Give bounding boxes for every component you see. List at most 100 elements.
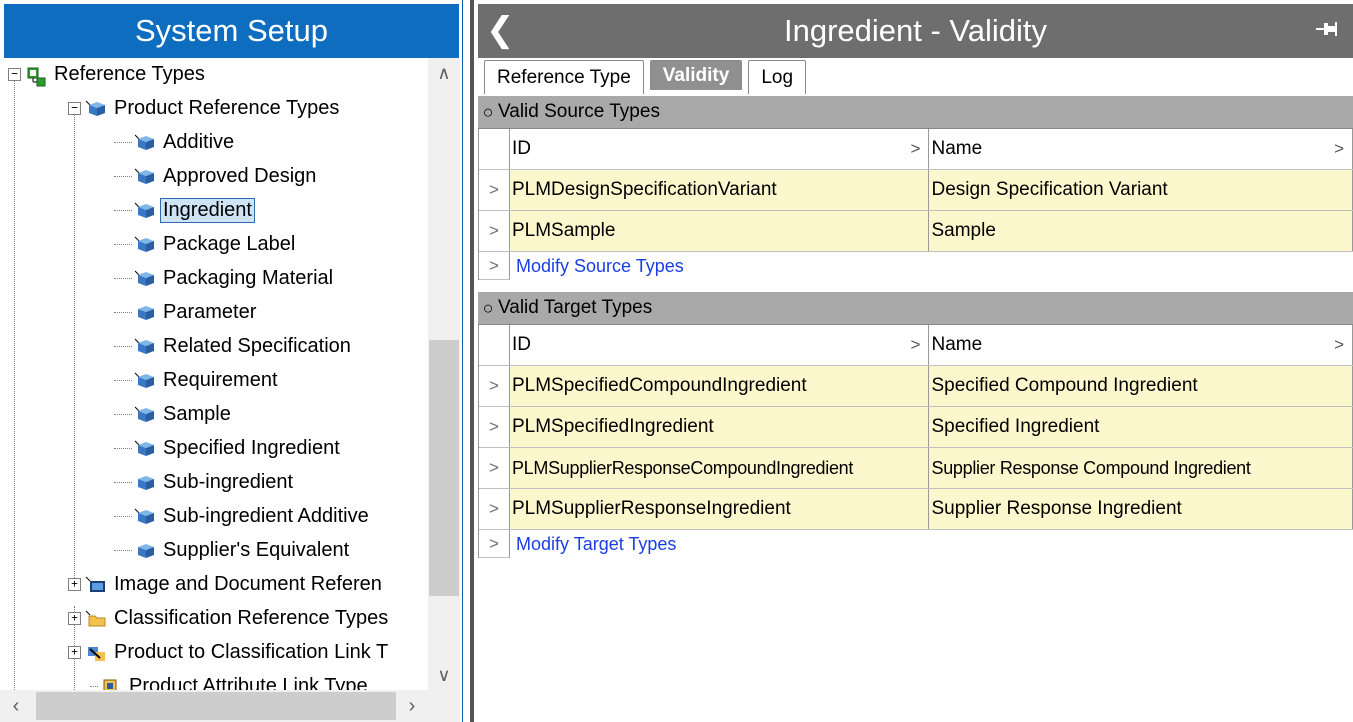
blue-cube-icon: [134, 474, 154, 490]
tree-horizontal-scrollbar[interactable]: ‹ ›: [0, 690, 428, 722]
tree-item-classification-reference-types[interactable]: + Classification Reference Types: [68, 602, 391, 634]
table-row[interactable]: > PLMSpecifiedCompoundIngredient Specifi…: [479, 366, 1353, 407]
table-row[interactable]: > PLMSupplierResponseIngredient Supplier…: [479, 489, 1353, 530]
blue-cube-icon: [134, 236, 154, 252]
tab-validity[interactable]: Validity: [649, 60, 743, 90]
tree-item-related-specification[interactable]: Related Specification: [114, 330, 354, 362]
blue-cube-icon: [134, 406, 154, 422]
scrollbar-thumb[interactable]: [36, 692, 396, 720]
cell-id[interactable]: PLMSpecifiedCompoundIngredient: [509, 366, 930, 406]
tree-item-label: Specified Ingredient: [163, 436, 340, 459]
tab-label: Reference Type: [497, 66, 631, 88]
tree-item-label: Requirement: [163, 368, 278, 391]
tree-item-reference-types[interactable]: − Reference Types: [8, 58, 208, 90]
row-expand-icon[interactable]: >: [479, 530, 510, 558]
modify-source-types-link[interactable]: Modify Source Types: [510, 252, 684, 280]
blue-cube-icon: [134, 440, 154, 456]
scrollbar-thumb[interactable]: [429, 340, 459, 596]
cell-name[interactable]: Specified Ingredient: [929, 407, 1353, 447]
column-header-id[interactable]: ID >: [510, 129, 930, 169]
tree-item-specified-ingredient[interactable]: Specified Ingredient: [114, 432, 343, 464]
table-row[interactable]: > PLMSample Sample: [479, 211, 1353, 252]
cell-name[interactable]: Sample: [929, 211, 1353, 251]
tree-item-sub-ingredient[interactable]: Sub-ingredient: [114, 466, 296, 498]
row-expand-icon[interactable]: >: [479, 252, 510, 280]
tree-item-parameter[interactable]: Parameter: [114, 296, 259, 328]
tree-item-additive[interactable]: Additive: [114, 126, 237, 158]
expand-icon[interactable]: +: [68, 645, 81, 659]
tree-item-ingredient[interactable]: Ingredient: [114, 194, 255, 226]
tree-item-label: Classification Reference Types: [114, 606, 389, 629]
column-label: Name: [931, 138, 983, 159]
cell-id[interactable]: PLMSupplierResponseCompoundIngredient: [509, 448, 930, 488]
tree-item-label: Sub-ingredient Additive: [163, 504, 369, 527]
pin-icon[interactable]: ○: [478, 102, 498, 123]
tree-item-label: Product Attribute Link Type: [129, 674, 368, 691]
tree-item-requirement[interactable]: Requirement: [114, 364, 281, 396]
scroll-left-icon[interactable]: ‹: [0, 690, 32, 722]
cell-id[interactable]: PLMDesignSpecificationVariant: [509, 170, 930, 210]
table-row[interactable]: > PLMDesignSpecificationVariant Design S…: [479, 170, 1353, 211]
tab-reference-type[interactable]: Reference Type: [484, 60, 644, 94]
blue-cube-icon: [85, 100, 105, 116]
tree-item-package-label[interactable]: Package Label: [114, 228, 298, 260]
product-classification-link-icon: [85, 644, 105, 661]
row-expand-icon[interactable]: >: [479, 366, 510, 406]
cell-name[interactable]: Supplier Response Compound Ingredient: [929, 448, 1353, 488]
tree-item-product-classification-link[interactable]: + Product to Classification Link T: [68, 636, 391, 668]
blue-cube-icon: [134, 270, 154, 286]
tree-item-label: Parameter: [163, 300, 257, 323]
row-expand-icon[interactable]: >: [479, 448, 510, 488]
scroll-right-icon[interactable]: ›: [396, 690, 428, 722]
tab-bar: Reference Type Validity Log: [484, 60, 807, 96]
tree-item-packaging-material[interactable]: Packaging Material: [114, 262, 336, 294]
target-types-grid: ID > Name > > PLMSpecifiedCompoundIngredie…: [478, 325, 1353, 558]
column-header-name[interactable]: Name >: [929, 325, 1353, 365]
pin-icon[interactable]: [1315, 18, 1339, 46]
tree-item-approved-design[interactable]: Approved Design: [114, 160, 319, 192]
column-header-name[interactable]: Name >: [929, 129, 1353, 169]
row-selector: [479, 325, 510, 365]
tab-log[interactable]: Log: [748, 60, 807, 94]
cell-id[interactable]: PLMSample: [509, 211, 930, 251]
chevron-right-icon: >: [910, 139, 921, 158]
tree-item-sample[interactable]: Sample: [114, 398, 234, 430]
cell-id[interactable]: PLMSpecifiedIngredient: [509, 407, 930, 447]
column-label: Name: [931, 334, 983, 355]
tree-item-suppliers-equivalent[interactable]: Supplier's Equivalent: [114, 534, 352, 566]
modify-target-types-link[interactable]: Modify Target Types: [510, 530, 676, 558]
expand-icon[interactable]: +: [68, 577, 81, 591]
column-header-id[interactable]: ID >: [510, 325, 930, 365]
collapse-icon[interactable]: −: [68, 101, 81, 115]
cell-name[interactable]: Supplier Response Ingredient: [929, 489, 1353, 529]
row-expand-icon[interactable]: >: [479, 211, 510, 251]
cell-name[interactable]: Design Specification Variant: [929, 170, 1353, 210]
tree-item-product-attribute-link-type[interactable]: Product Attribute Link Type: [90, 670, 371, 690]
tree-item-label: Sample: [163, 402, 231, 425]
pin-icon[interactable]: ○: [478, 298, 498, 319]
row-expand-icon[interactable]: >: [479, 489, 510, 529]
section-title: Valid Source Types: [498, 101, 660, 122]
scroll-up-icon[interactable]: ∧: [428, 58, 460, 88]
table-row[interactable]: > PLMSpecifiedIngredient Specified Ingre…: [479, 407, 1353, 448]
column-label: ID: [511, 138, 531, 159]
expand-icon[interactable]: +: [68, 611, 81, 625]
source-types-header[interactable]: ○ Valid Source Types: [478, 96, 1353, 129]
cell-id[interactable]: PLMSupplierResponseIngredient: [509, 489, 930, 529]
tree-item-product-reference-types[interactable]: − Product Reference Types: [68, 92, 342, 124]
target-types-header[interactable]: ○ Valid Target Types: [478, 292, 1353, 325]
system-setup-panel: System Setup − Reference Types − Product…: [0, 0, 463, 722]
row-expand-icon[interactable]: >: [479, 170, 510, 210]
collapse-icon[interactable]: −: [8, 67, 21, 81]
tree-item-sub-ingredient-additive[interactable]: Sub-ingredient Additive: [114, 500, 372, 532]
blue-cube-icon: [134, 372, 154, 388]
row-expand-icon[interactable]: >: [479, 407, 510, 447]
tree-vertical-scrollbar[interactable]: ∧ ∨: [428, 58, 460, 690]
panel-title: Ingredient - Validity: [783, 13, 1048, 48]
tree-item-image-document-reference[interactable]: + Image and Document Referen: [68, 568, 385, 600]
scroll-down-icon[interactable]: ∨: [428, 660, 460, 690]
section-title: Valid Target Types: [498, 297, 653, 318]
table-row[interactable]: > PLMSupplierResponseCompoundIngredient …: [479, 448, 1353, 489]
blue-cube-icon: [134, 542, 154, 558]
cell-name[interactable]: Specified Compound Ingredient: [929, 366, 1353, 406]
